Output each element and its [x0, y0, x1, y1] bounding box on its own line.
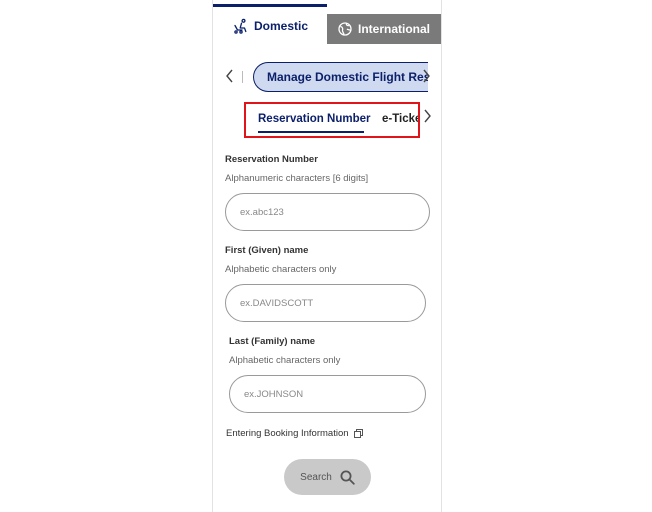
globe-icon [338, 22, 352, 36]
tab-international-label: International [357, 22, 430, 36]
search-method-tabs: Reservation Number e-Ticke [244, 102, 420, 138]
last-name-input[interactable] [229, 375, 426, 413]
menu-prev-chevron-icon[interactable] [223, 68, 235, 84]
tab-international[interactable]: International [327, 14, 441, 44]
manage-domestic-flight-menu[interactable]: Manage Domestic Flight Res [253, 62, 428, 92]
external-window-icon [353, 429, 363, 438]
first-name-label: First (Given) name [225, 245, 309, 256]
subtab-next-chevron-icon[interactable] [421, 108, 433, 124]
reservation-number-input[interactable] [225, 193, 430, 231]
active-tab-underline [258, 131, 364, 133]
tab-e-ticket[interactable]: e-Ticke [382, 113, 418, 125]
search-button-label: Search [300, 471, 332, 483]
tab-domestic[interactable]: Domestic [213, 4, 327, 44]
entering-booking-info-link[interactable]: Entering Booking Information [226, 428, 363, 439]
reservation-number-label: Reservation Number [225, 154, 318, 165]
search-button[interactable]: Search [284, 459, 371, 495]
reservation-number-hint: Alphanumeric characters [6 digits] [225, 173, 369, 184]
last-name-label: Last (Family) name [229, 336, 316, 347]
first-name-input[interactable] [225, 284, 426, 322]
airplane-seat-icon [232, 18, 248, 34]
menu-next-chevron-icon[interactable] [420, 68, 432, 84]
last-name-hint: Alphabetic characters only [229, 355, 341, 366]
entering-booking-info-label: Entering Booking Information [226, 428, 349, 439]
reservation-panel: Domestic International Manage Domestic F… [212, 0, 442, 512]
tab-domestic-label: Domestic [253, 18, 309, 33]
magnifier-icon [340, 470, 355, 485]
tab-reservation-number[interactable]: Reservation Number [258, 113, 370, 125]
first-name-hint: Alphabetic characters only [225, 264, 337, 275]
menu-divider [242, 71, 243, 83]
